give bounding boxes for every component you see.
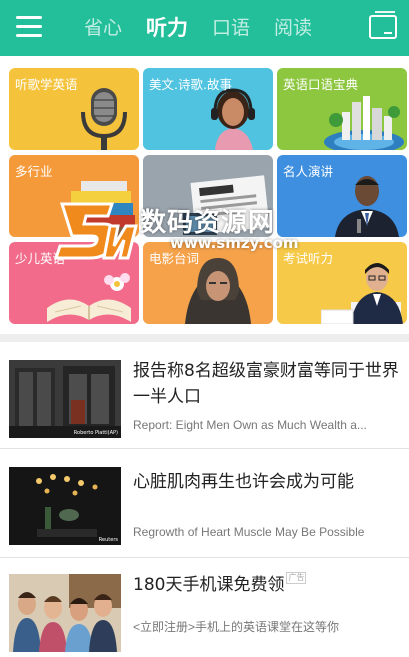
article-title: 心脏肌肉再生也许会成为可能 <box>133 472 354 492</box>
building-photo-icon <box>9 360 121 438</box>
category-label: 名人演讲 <box>283 164 334 179</box>
category-label: 英语口语宝典 <box>283 77 359 92</box>
photo-credit: Reuters <box>98 537 118 543</box>
category-tile-exam[interactable]: 考试听力 <box>277 242 407 324</box>
ad-badge: 广告 <box>286 572 307 584</box>
microphone-icon <box>81 88 127 150</box>
category-tile-essays[interactable]: 美文.诗歌.故事 <box>143 68 273 150</box>
tab-kouyu[interactable]: 口语 <box>212 0 250 56</box>
students-photo-icon <box>9 574 121 652</box>
category-tile-news[interactable] <box>143 155 273 237</box>
ad-title: 180天手机课免费领 广告 <box>133 572 307 595</box>
newspaper-icon <box>183 175 270 235</box>
article-feed: Roberto Piatti(AP) 报告称8名超级富豪财富等同于世界一半人口 … <box>0 342 409 657</box>
article-title: 报告称8名超级富豪财富等同于世界一半人口 <box>133 361 399 407</box>
tab-tingli[interactable]: 听力 <box>146 0 188 56</box>
category-tile-spoken[interactable]: 英语口语宝典 <box>277 68 407 150</box>
photo-credit: Roberto Piatti(AP) <box>73 430 118 436</box>
article-subtitle: Report: Eight Men Own as Much Wealth a..… <box>133 418 367 432</box>
category-grid: 听歌学英语 美文.诗歌.故事 英语口语宝典 多行业 名人演讲 少儿英语 电影台词… <box>0 56 409 334</box>
open-book-icon <box>47 273 131 322</box>
ad-subtitle: <立即注册>手机上的英语课堂在这等你 <box>133 620 340 634</box>
category-tile-kids[interactable]: 少儿英语 <box>9 242 139 324</box>
article-item[interactable]: Roberto Piatti(AP) 报告称8名超级富豪财富等同于世界一半人口 … <box>0 342 409 448</box>
category-label: 电影台词 <box>149 251 200 266</box>
article-subtitle: Regrowth of Heart Muscle May Be Possible <box>133 525 365 539</box>
tab-shengxin[interactable]: 省心 <box>84 0 122 56</box>
category-label: 多行业 <box>15 164 53 179</box>
category-label: 听歌学英语 <box>15 77 78 92</box>
globe-city-icon <box>324 96 404 150</box>
category-label: 美文.诗歌.故事 <box>149 77 232 92</box>
category-label: 少儿英语 <box>15 251 66 266</box>
ad-thumbnail <box>9 574 121 652</box>
lab-photo-icon <box>9 467 121 545</box>
tab-yuedu[interactable]: 阅读 <box>274 0 312 56</box>
article-thumbnail: Reuters <box>9 467 121 545</box>
student-icon <box>321 263 403 324</box>
top-tabs: 省心 听力 口语 阅读 <box>72 0 324 56</box>
category-tile-industry[interactable]: 多行业 <box>9 155 139 237</box>
article-item[interactable]: Reuters 心脏肌肉再生也许会成为可能 Regrowth of Heart … <box>0 449 409 555</box>
speaker-icon <box>335 176 399 237</box>
ad-item[interactable]: 180天手机课免费领 广告 <立即注册>手机上的英语课堂在这等你 <box>0 558 409 657</box>
category-label: 考试听力 <box>283 251 334 266</box>
category-tile-speeches[interactable]: 名人演讲 <box>277 155 407 237</box>
menu-icon[interactable] <box>14 14 44 40</box>
category-tile-songs[interactable]: 听歌学英语 <box>9 68 139 150</box>
article-thumbnail: Roberto Piatti(AP) <box>9 360 121 438</box>
message-icon[interactable] <box>369 11 397 39</box>
category-tile-movies[interactable]: 电影台词 <box>143 242 273 324</box>
books-icon <box>71 181 135 237</box>
top-bar: 省心 听力 口语 阅读 <box>0 0 409 56</box>
